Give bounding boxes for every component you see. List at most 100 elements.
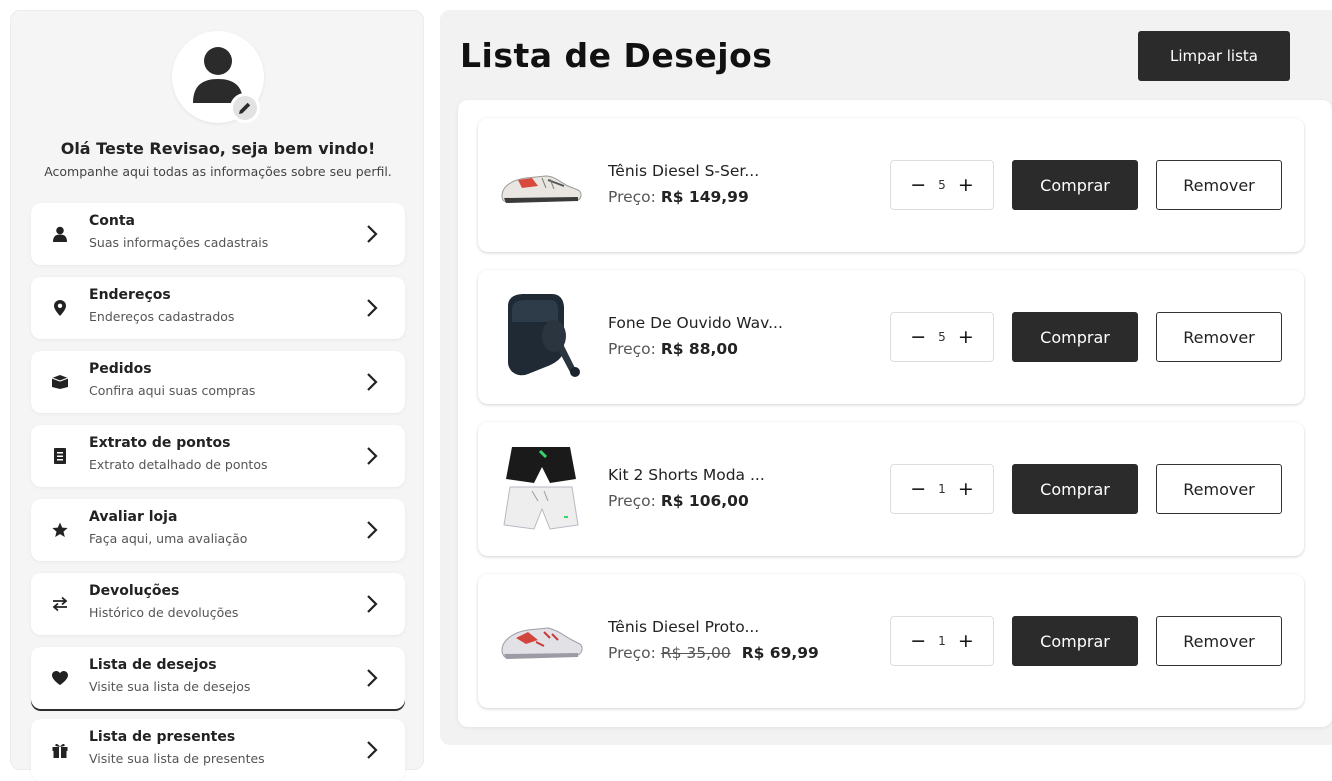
quantity-value: 5 (938, 330, 946, 344)
wishlist-panel: Tênis Diesel S-Ser... Preço: R$ 149,99 −… (458, 100, 1332, 727)
pencil-icon (239, 102, 251, 114)
chevron-right-icon (367, 521, 378, 539)
product-image[interactable] (496, 288, 586, 386)
chevron-right-icon (367, 225, 378, 243)
sidebar-item-subtitle: Confira aqui suas compras (89, 383, 256, 398)
chevron-right-icon (367, 373, 378, 391)
clear-list-button[interactable]: Limpar lista (1138, 31, 1290, 81)
old-price: R$ 35,00 (660, 644, 731, 662)
box-icon (51, 373, 69, 391)
avatar[interactable] (172, 31, 264, 123)
chevron-right-icon (367, 447, 378, 465)
sidebar-item-subtitle: Visite sua lista de presentes (89, 751, 265, 766)
chevron-right-icon (367, 299, 378, 317)
buy-button[interactable]: Comprar (1012, 464, 1138, 514)
sidebar-item-title: Pedidos (89, 361, 152, 377)
remove-button[interactable]: Remover (1156, 312, 1282, 362)
current-price: R$ 88,00 (660, 340, 738, 358)
exchange-icon (51, 595, 69, 613)
sidebar-item-enderecos[interactable]: Endereços Endereços cadastrados (31, 277, 405, 339)
receipt-icon (51, 447, 69, 465)
product-name[interactable]: Fone De Ouvido Wav... (608, 314, 783, 332)
buy-button[interactable]: Comprar (1012, 160, 1138, 210)
gift-icon (51, 741, 69, 759)
sidebar-item-subtitle: Extrato detalhado de pontos (89, 457, 268, 472)
price-label: Preço: (608, 188, 656, 206)
buy-button[interactable]: Comprar (1012, 312, 1138, 362)
sidebar-item-subtitle: Faça aqui, uma avaliação (89, 531, 248, 546)
sidebar-item-title: Lista de desejos (89, 657, 217, 673)
sidebar-item-lista-presentes[interactable]: Lista de presentes Visite sua lista de p… (31, 719, 405, 781)
product-image[interactable] (496, 136, 586, 234)
quantity-value: 5 (938, 178, 946, 192)
sneaker-image (501, 627, 583, 659)
current-price: R$ 149,99 (660, 188, 749, 206)
product-price: Preço: R$ 106,00 (608, 492, 749, 510)
decrease-quantity-button[interactable]: − (910, 327, 926, 347)
profile-sidebar: Olá Teste Revisao, seja bem vindo! Acomp… (10, 10, 424, 781)
greeting-subtitle: Acompanhe aqui todas as informações sobr… (44, 164, 392, 179)
increase-quantity-button[interactable]: + (958, 631, 974, 651)
edit-avatar-button[interactable] (230, 93, 260, 123)
decrease-quantity-button[interactable]: − (910, 479, 926, 499)
sidebar-item-devolucoes[interactable]: Devoluções Histórico de devoluções (31, 573, 405, 635)
wishlist-item: Tênis Diesel S-Ser... Preço: R$ 149,99 −… (478, 118, 1304, 252)
page-title: Lista de Desejos (460, 36, 773, 75)
sidebar-item-title: Endereços (89, 287, 171, 303)
sidebar-item-title: Conta (89, 213, 135, 229)
quantity-value: 1 (938, 482, 946, 496)
product-image[interactable] (496, 440, 586, 538)
sidebar-item-title: Devoluções (89, 583, 180, 599)
product-price: Preço: R$ 35,00 R$ 69,99 (608, 644, 819, 662)
greeting-title: Olá Teste Revisao, seja bem vindo! (60, 139, 376, 158)
wishlist-item: Tênis Diesel Proto... Preço: R$ 35,00 R$… (478, 574, 1304, 708)
quantity-stepper: − 5 + (890, 312, 994, 362)
increase-quantity-button[interactable]: + (958, 479, 974, 499)
quantity-stepper: − 1 + (890, 464, 994, 514)
user-icon (51, 225, 69, 243)
remove-button[interactable]: Remover (1156, 464, 1282, 514)
increase-quantity-button[interactable]: + (958, 327, 974, 347)
sidebar-item-extrato[interactable]: Extrato de pontos Extrato detalhado de p… (31, 425, 405, 487)
earbuds-image (508, 294, 580, 377)
remove-button[interactable]: Remover (1156, 160, 1282, 210)
sidebar-item-avaliar-loja[interactable]: Avaliar loja Faça aqui, uma avaliação (31, 499, 405, 561)
product-price: Preço: R$ 88,00 (608, 340, 738, 358)
product-name[interactable]: Tênis Diesel Proto... (608, 618, 759, 636)
chevron-right-icon (367, 669, 378, 687)
quantity-stepper: − 5 + (890, 160, 994, 210)
decrease-quantity-button[interactable]: − (910, 175, 926, 195)
sidebar-item-pedidos[interactable]: Pedidos Confira aqui suas compras (31, 351, 405, 413)
product-name[interactable]: Tênis Diesel S-Ser... (608, 162, 759, 180)
chevron-right-icon (367, 595, 378, 613)
decrease-quantity-button[interactable]: − (910, 631, 926, 651)
wishlist-item: Kit 2 Shorts Moda ... Preço: R$ 106,00 −… (478, 422, 1304, 556)
quantity-stepper: − 1 + (890, 616, 994, 666)
quantity-value: 1 (938, 634, 946, 648)
product-name[interactable]: Kit 2 Shorts Moda ... (608, 466, 765, 484)
wishlist-item: Fone De Ouvido Wav... Preço: R$ 88,00 − … (478, 270, 1304, 404)
shorts-image (503, 447, 579, 530)
product-image[interactable] (496, 592, 586, 690)
sidebar-item-title: Lista de presentes (89, 729, 236, 745)
heart-icon (51, 669, 69, 687)
price-label: Preço: (608, 492, 656, 510)
increase-quantity-button[interactable]: + (958, 175, 974, 195)
star-icon (51, 521, 69, 539)
chevron-right-icon (367, 741, 378, 759)
buy-button[interactable]: Comprar (1012, 616, 1138, 666)
sidebar-item-subtitle: Histórico de devoluções (89, 605, 239, 620)
price-label: Preço: (608, 340, 656, 358)
product-price: Preço: R$ 149,99 (608, 188, 749, 206)
sidebar-item-title: Extrato de pontos (89, 435, 231, 451)
sneaker-image (501, 175, 582, 203)
sidebar-item-conta[interactable]: Conta Suas informações cadastrais (31, 203, 405, 265)
current-price: R$ 69,99 (741, 644, 819, 662)
sidebar-item-subtitle: Visite sua lista de desejos (89, 679, 251, 694)
wishlist-main: Lista de Desejos Limpar lista Tênis Dies… (440, 10, 1332, 745)
current-price: R$ 106,00 (660, 492, 749, 510)
sidebar-item-lista-desejos[interactable]: Lista de desejos Visite sua lista de des… (31, 647, 405, 709)
sidebar-item-subtitle: Suas informações cadastrais (89, 235, 269, 250)
sidebar-item-title: Avaliar loja (89, 509, 178, 525)
remove-button[interactable]: Remover (1156, 616, 1282, 666)
